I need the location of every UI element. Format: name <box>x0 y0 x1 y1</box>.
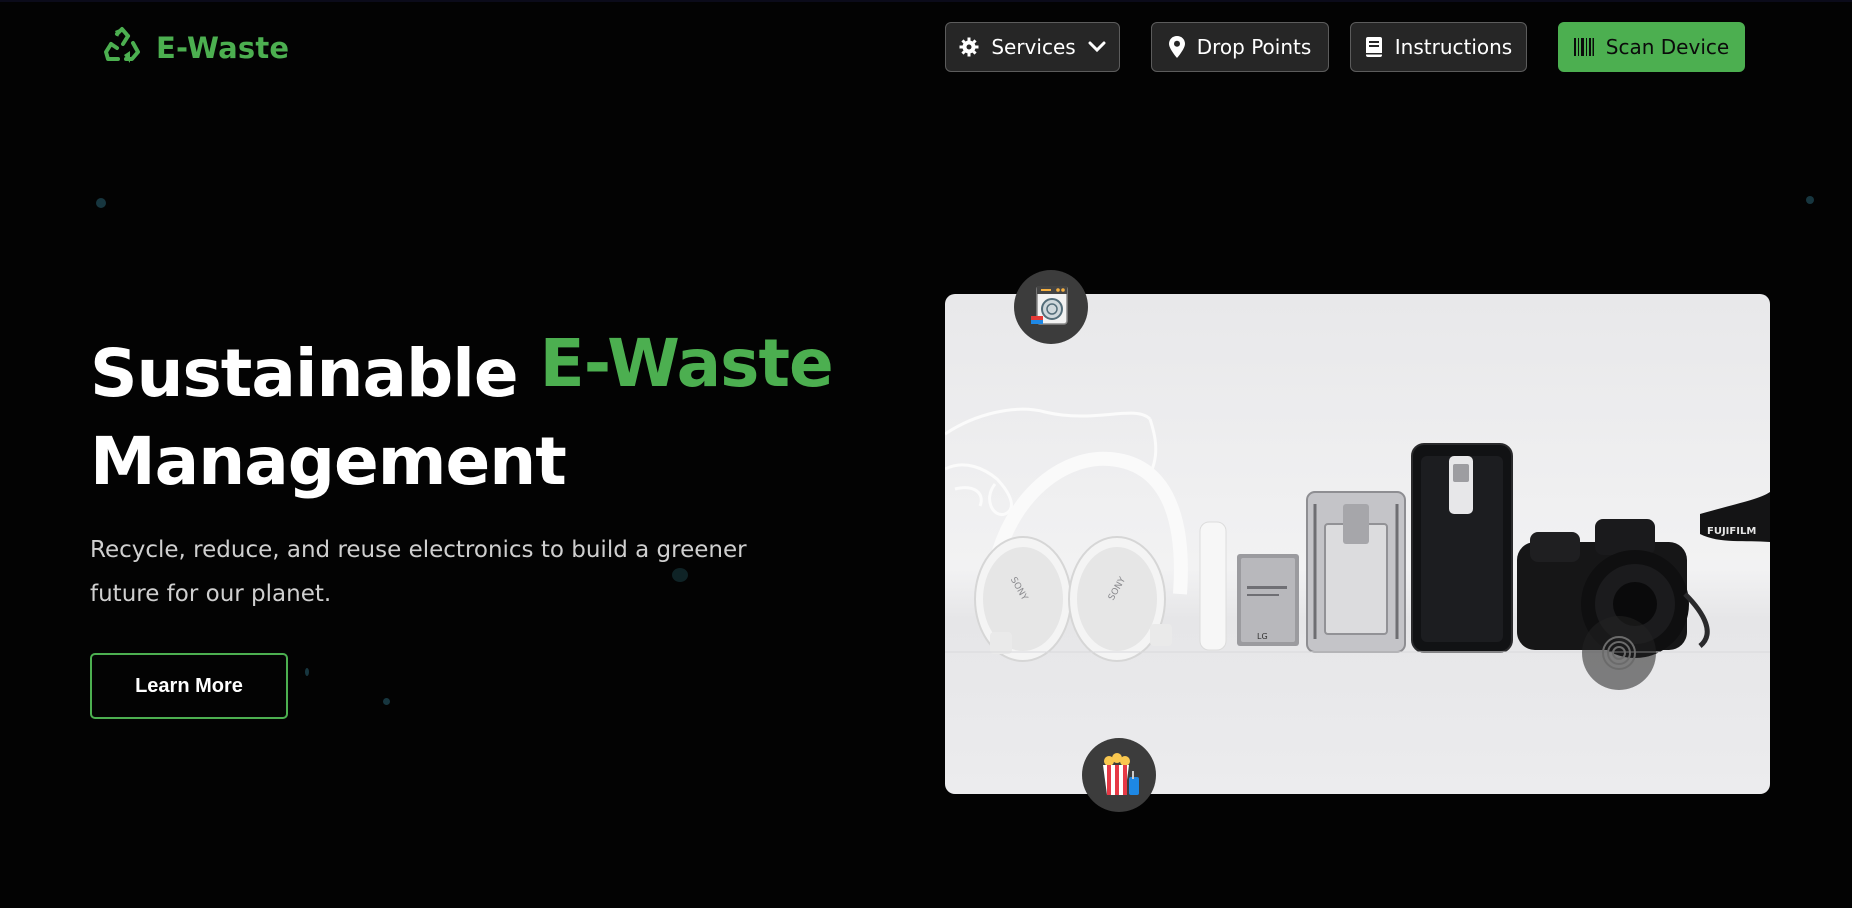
instructions-label: Instructions <box>1394 35 1513 59</box>
popcorn-icon <box>1082 738 1156 812</box>
hero-title-line1: Sustainable <box>90 335 519 412</box>
hero-image: SONY SONY LG FUJIFILM <box>945 294 1770 794</box>
decorative-dot <box>96 198 106 208</box>
scan-device-button[interactable]: Scan Device <box>1558 22 1745 72</box>
hero-title-accent: E-Waste <box>539 325 834 402</box>
gear-icon <box>959 37 979 57</box>
hero-subtitle: Recycle, reduce, and reuse electronics t… <box>90 537 747 607</box>
battery-brand: LG <box>1257 632 1268 641</box>
barcode-icon <box>1573 38 1594 56</box>
spiral-icon <box>1582 616 1656 690</box>
drop-points-button[interactable]: Drop Points <box>1151 22 1329 72</box>
services-label: Services <box>991 35 1076 59</box>
learn-more-button[interactable]: Learn More <box>90 653 288 719</box>
washing-machine-icon <box>1014 270 1088 344</box>
chevron-down-icon <box>1088 41 1106 53</box>
decorative-dot <box>383 698 390 705</box>
brand-name: E-Waste <box>156 31 290 65</box>
decorative-dot <box>305 668 309 676</box>
map-pin-icon <box>1168 36 1185 58</box>
brand-logo[interactable]: E-Waste <box>102 26 289 70</box>
scan-device-label: Scan Device <box>1605 35 1730 59</box>
hero-title-line2: Management <box>90 423 567 500</box>
decorative-dot <box>1806 196 1814 204</box>
book-icon <box>1365 37 1383 57</box>
instructions-button[interactable]: Instructions <box>1350 22 1527 72</box>
camera-strap-brand: FUJIFILM <box>1707 526 1757 537</box>
navbar: E-Waste Services Drop Points Instruction… <box>0 0 1852 92</box>
services-dropdown-button[interactable]: Services <box>945 22 1120 72</box>
hero-title: Sustainable E-Waste Management <box>90 325 834 506</box>
drop-points-label: Drop Points <box>1196 35 1312 59</box>
recycle-icon <box>102 26 142 70</box>
